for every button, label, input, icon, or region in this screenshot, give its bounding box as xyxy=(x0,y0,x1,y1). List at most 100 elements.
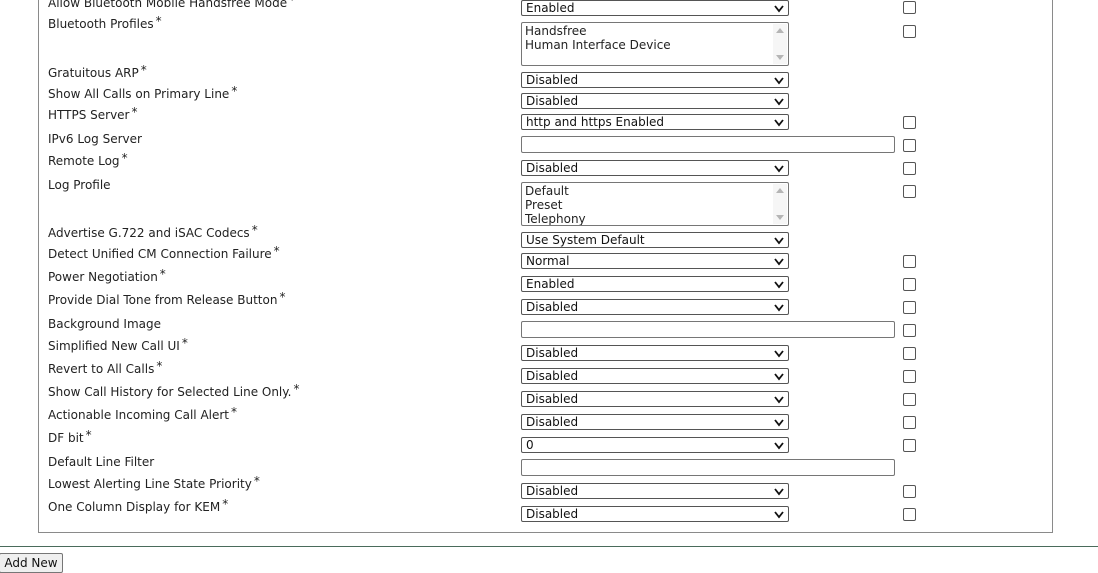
override-checkbox[interactable] xyxy=(903,324,916,337)
field-label: Detect Unified CM Connection Failure * xyxy=(48,244,280,261)
override-checkbox[interactable] xyxy=(903,416,916,429)
required-asterisk: * xyxy=(156,359,163,373)
override-checkbox[interactable] xyxy=(903,278,916,291)
scroll-down-arrow-icon[interactable] xyxy=(776,215,784,220)
scroll-up-arrow-icon[interactable] xyxy=(776,188,784,193)
required-asterisk: * xyxy=(159,267,166,281)
field-select[interactable]: Disabled xyxy=(521,345,789,361)
select-value: Disabled xyxy=(526,73,579,87)
divider xyxy=(0,546,1098,547)
listbox-scrollbar[interactable] xyxy=(773,24,787,64)
field-select[interactable]: 0 xyxy=(521,437,789,453)
field-select[interactable]: Disabled xyxy=(521,299,789,315)
override-checkbox[interactable] xyxy=(903,439,916,452)
override-checkbox[interactable] xyxy=(903,508,916,521)
field-label: Log Profile xyxy=(48,178,111,192)
select-value: http and https Enabled xyxy=(526,115,665,129)
field-label-text: Gratuitous ARP xyxy=(48,66,139,80)
field-select[interactable]: Disabled xyxy=(521,414,789,430)
field-label-text: Detect Unified CM Connection Failure xyxy=(48,247,272,261)
field-label: Default Line Filter xyxy=(48,455,154,469)
field-select[interactable]: Normal xyxy=(521,253,789,269)
field-listbox[interactable]: Handsfree Human Interface Device xyxy=(521,22,789,66)
select-value: Disabled xyxy=(526,415,579,429)
override-checkbox[interactable] xyxy=(903,255,916,268)
field-label-text: Bluetooth Profiles xyxy=(48,17,154,31)
field-select[interactable]: Use System Default xyxy=(521,232,789,248)
override-checkbox[interactable] xyxy=(903,162,916,175)
field-select[interactable]: Disabled xyxy=(521,160,789,176)
field-label: Remote Log * xyxy=(48,151,128,168)
field-label: One Column Display for KEM * xyxy=(48,497,229,514)
required-asterisk: * xyxy=(222,497,229,511)
field-select[interactable]: Disabled xyxy=(521,483,789,499)
field-label-text: Power Negotiation xyxy=(48,270,158,284)
scroll-down-arrow-icon[interactable] xyxy=(776,55,784,60)
field-text-input[interactable] xyxy=(521,321,895,338)
field-label-text: Default Line Filter xyxy=(48,455,155,469)
field-label-text: Advertise G.722 and iSAC Codecs xyxy=(48,226,250,240)
override-checkbox[interactable] xyxy=(903,393,916,406)
override-checkbox[interactable] xyxy=(903,116,916,129)
field-select[interactable]: Enabled xyxy=(521,276,789,292)
required-asterisk: * xyxy=(273,244,280,258)
field-label-text: Allow Bluetooth Mobile Handsfree Mode xyxy=(48,0,288,10)
field-select[interactable]: Disabled xyxy=(521,506,789,522)
field-label: Background Image xyxy=(48,317,161,331)
field-label: Power Negotiation * xyxy=(48,267,166,284)
required-asterisk: * xyxy=(289,0,296,7)
listbox-option[interactable]: Preset xyxy=(525,198,785,212)
override-checkbox[interactable] xyxy=(903,485,916,498)
select-value: Disabled xyxy=(526,369,579,383)
field-select[interactable]: Enabled xyxy=(521,0,789,16)
select-value: Disabled xyxy=(526,484,579,498)
scroll-up-arrow-icon[interactable] xyxy=(776,28,784,33)
override-checkbox[interactable] xyxy=(903,1,916,14)
field-label: Allow Bluetooth Mobile Handsfree Mode * xyxy=(48,0,295,10)
override-checkbox[interactable] xyxy=(903,139,916,152)
field-label: IPv6 Log Server xyxy=(48,132,142,146)
select-value: Disabled xyxy=(526,507,579,521)
override-checkbox[interactable] xyxy=(903,301,916,314)
field-text-input[interactable] xyxy=(521,136,895,153)
field-label: Provide Dial Tone from Release Button * xyxy=(48,290,285,307)
override-checkbox[interactable] xyxy=(903,370,916,383)
listbox-option[interactable]: Handsfree xyxy=(525,24,785,38)
field-listbox[interactable]: Default Preset Telephony xyxy=(521,182,789,226)
field-label-text: Remote Log xyxy=(48,154,120,168)
field-label-text: Log Profile xyxy=(48,178,111,192)
listbox-option[interactable]: Human Interface Device xyxy=(525,38,785,52)
required-asterisk: * xyxy=(121,151,128,165)
field-select[interactable]: Disabled xyxy=(521,391,789,407)
override-checkbox[interactable] xyxy=(903,347,916,360)
required-asterisk: * xyxy=(253,474,260,488)
listbox-option[interactable]: Telephony xyxy=(525,212,785,225)
required-asterisk: * xyxy=(85,428,92,442)
add-new-button[interactable]: Add New xyxy=(0,553,63,573)
select-value: Disabled xyxy=(526,392,579,406)
required-asterisk: * xyxy=(251,223,258,237)
field-select[interactable]: Disabled xyxy=(521,368,789,384)
override-checkbox[interactable] xyxy=(903,185,916,198)
field-label-text: Background Image xyxy=(48,317,161,331)
field-label: Show All Calls on Primary Line * xyxy=(48,84,237,101)
field-text-input[interactable] xyxy=(521,459,895,476)
field-label: Bluetooth Profiles * xyxy=(48,14,162,31)
field-label-text: DF bit xyxy=(48,431,84,445)
required-asterisk: * xyxy=(155,14,162,28)
listbox-scrollbar[interactable] xyxy=(773,184,787,224)
required-asterisk: * xyxy=(231,405,238,419)
field-label-text: Actionable Incoming Call Alert xyxy=(48,408,230,422)
field-label-text: Revert to All Calls xyxy=(48,362,155,376)
field-label: Simplified New Call UI * xyxy=(48,336,188,353)
field-label: Actionable Incoming Call Alert * xyxy=(48,405,238,422)
field-label-text: Show All Calls on Primary Line xyxy=(48,87,230,101)
override-checkbox[interactable] xyxy=(903,25,916,38)
select-value: Use System Default xyxy=(526,233,645,247)
field-select[interactable]: Disabled xyxy=(521,72,789,88)
field-select[interactable]: Disabled xyxy=(521,93,789,109)
required-asterisk: * xyxy=(181,336,188,350)
listbox-option[interactable]: Default xyxy=(525,184,785,198)
field-label: HTTPS Server * xyxy=(48,105,138,122)
field-select[interactable]: http and https Enabled xyxy=(521,114,789,130)
